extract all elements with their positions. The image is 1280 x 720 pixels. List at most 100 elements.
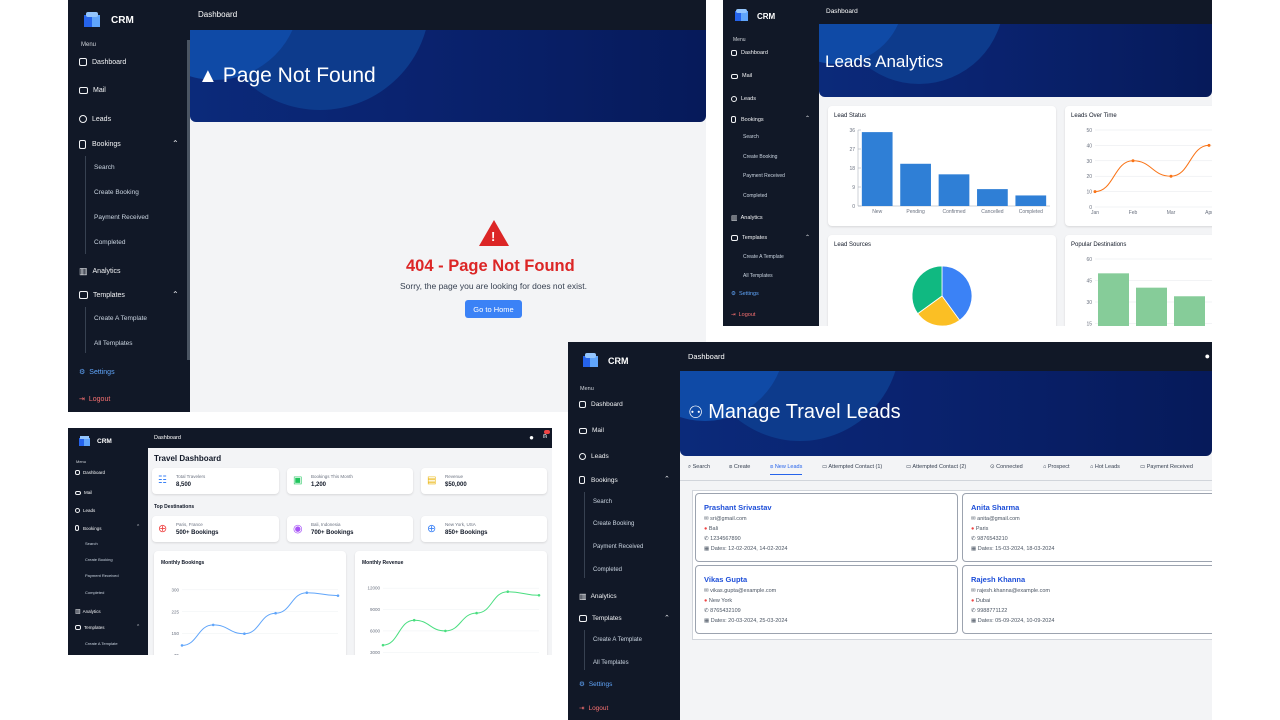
nav-label: Leads: [741, 96, 756, 102]
tab-hot-leads[interactable]: ⌂ Hot Leads: [1090, 464, 1120, 470]
nav-dashboard[interactable]: Dashboard: [579, 401, 623, 408]
nav-label: Bookings: [83, 525, 102, 531]
nav-sub-search[interactable]: Search: [593, 499, 612, 505]
lead-name[interactable]: Vikas Gupta: [704, 575, 747, 584]
nav-sub-create-booking[interactable]: Create Booking: [593, 521, 634, 527]
x-tick-label: Apr: [1205, 210, 1212, 216]
tab-create[interactable]: ⍝ Create: [729, 464, 750, 471]
hero-title-text: Page Not Found: [222, 64, 376, 87]
monthly-revenue-chart: 3000 6000 9000 12000: [367, 586, 541, 655]
nav-mail[interactable]: Mail: [579, 427, 604, 434]
nav-sub-search[interactable]: Search: [85, 541, 98, 546]
tab-search[interactable]: ⌕ Search: [688, 464, 710, 471]
nav-sub-create-template[interactable]: Create A Template: [593, 637, 642, 643]
panel-manage-leads: CRM Menu Dashboard Mail Leads Bookings ⌃…: [568, 342, 1212, 720]
menu-label: Menu: [580, 386, 594, 392]
nav-sub-all-templates[interactable]: All Templates: [593, 660, 629, 666]
github-icon[interactable]: ●: [1205, 351, 1210, 361]
chevron-up-icon[interactable]: ⌃: [172, 290, 179, 299]
chevron-up-icon[interactable]: ⌃: [136, 624, 140, 630]
nav-logout[interactable]: ⇥ Logout: [579, 704, 608, 713]
nav-sub-completed[interactable]: Completed: [593, 567, 622, 573]
nav-templates[interactable]: Templates: [75, 625, 105, 630]
chevron-up-icon[interactable]: ⌃: [805, 115, 810, 122]
lead-card[interactable]: Anita Sharma ✉ anita@gmail.com ● Paris ✆…: [962, 493, 1212, 562]
lead-place: ● New York: [704, 598, 733, 604]
chevron-up-icon[interactable]: ⌃: [664, 614, 670, 622]
tab-prospect[interactable]: ⌂ Prospect: [1043, 464, 1070, 470]
users-icon: [75, 508, 80, 513]
lead-card[interactable]: Rajesh Khanna ✉ rajesh.khanna@example.co…: [962, 565, 1212, 634]
lead-name[interactable]: Anita Sharma: [971, 503, 1019, 512]
chevron-up-icon[interactable]: ⌃: [664, 475, 670, 483]
nav-sub-search[interactable]: Search: [94, 164, 115, 171]
nav-analytics[interactable]: ▥ Analytics: [79, 266, 121, 277]
nav-sub-search[interactable]: Search: [743, 134, 759, 140]
clipboard-icon: [75, 525, 79, 531]
lead-card[interactable]: Prashant Srivastav ✉ sri@gmail.com ● Bal…: [695, 493, 958, 562]
chevron-up-icon[interactable]: ⌃: [805, 234, 810, 241]
nav-dashboard[interactable]: Dashboard: [731, 50, 768, 56]
nav-logout[interactable]: ⇥ Logout: [79, 395, 110, 404]
lead-name[interactable]: Rajesh Khanna: [971, 575, 1025, 584]
nav-bookings[interactable]: Bookings: [75, 525, 102, 531]
tab-payment-received[interactable]: ▭ Payment Received: [1140, 464, 1193, 470]
nav-sub-create-booking[interactable]: Create Booking: [94, 189, 139, 196]
nav-mail[interactable]: Mail: [75, 490, 92, 495]
chevron-up-icon[interactable]: ⌃: [136, 524, 140, 530]
nav-sub-all-templates[interactable]: All Templates: [743, 273, 773, 279]
nav-templates[interactable]: Templates: [79, 291, 125, 299]
nav-dashboard[interactable]: Dashboard: [75, 470, 105, 475]
nav-leads[interactable]: Leads: [579, 453, 609, 460]
go-home-button[interactable]: Go to Home: [465, 300, 522, 318]
lead-name[interactable]: Prashant Srivastav: [704, 503, 772, 512]
nav-analytics[interactable]: ▥ Analytics: [579, 592, 617, 601]
nav-leads[interactable]: Leads: [731, 96, 756, 102]
destination-card: ⊕ Paris, France 500+ Bookings: [152, 516, 279, 542]
nav-label: Bookings: [741, 116, 764, 123]
nav-settings[interactable]: ⚙ Settings: [579, 680, 612, 689]
nav-sub-create-template[interactable]: Create A Template: [94, 315, 147, 322]
tab-new-leads[interactable]: ⍝ New Leads: [770, 464, 803, 475]
nav-mail[interactable]: Mail: [731, 73, 752, 79]
nav-sub-payment-received[interactable]: Payment Received: [94, 214, 149, 221]
nav-templates[interactable]: Templates: [579, 615, 622, 622]
nav-sub-create-booking[interactable]: Create Booking: [85, 557, 113, 562]
nav-mail[interactable]: Mail: [79, 87, 106, 94]
y-tick-label: 45: [1086, 279, 1092, 285]
nav-sub-payment-received[interactable]: Payment Received: [85, 573, 119, 578]
nav-sub-payment-received[interactable]: Payment Received: [743, 173, 785, 179]
nav-sub-create-booking[interactable]: Create Booking: [743, 154, 777, 160]
tab-connected[interactable]: ⊙ Connected: [990, 464, 1023, 470]
nav-analytics[interactable]: ▥ Analytics: [75, 608, 101, 615]
nav-sub-create-template[interactable]: Create A Template: [743, 254, 784, 260]
nav-templates[interactable]: Templates: [731, 235, 767, 241]
nav-leads[interactable]: Leads: [75, 508, 95, 513]
nav-sub-all-templates[interactable]: All Templates: [94, 340, 133, 347]
tab-attempted-contact-1[interactable]: ▭ Attempted Contact (1): [822, 464, 882, 470]
hero-banner: ⚇ Manage Travel Leads: [680, 371, 1212, 456]
lead-card[interactable]: Vikas Gupta ✉ vikas.gupta@example.com ● …: [695, 565, 958, 634]
nav-sub-create-template[interactable]: Create A Template: [85, 641, 118, 646]
y-tick-label: 6000: [370, 628, 381, 633]
destination-card: ⊕ New York, USA 850+ Bookings: [421, 516, 547, 542]
user-icon[interactable]: ⍝: [543, 433, 547, 441]
nav-sub-completed[interactable]: Completed: [94, 239, 125, 246]
nav-dashboard[interactable]: Dashboard: [79, 58, 126, 66]
tab-attempted-contact-2[interactable]: ▭ Attempted Contact (2): [906, 464, 966, 470]
chevron-up-icon[interactable]: ⌃: [172, 139, 179, 148]
nav-bookings[interactable]: Bookings: [579, 476, 618, 484]
nav-settings[interactable]: ⚙ Settings: [79, 368, 115, 377]
nav-analytics[interactable]: ▥ Analytics: [731, 214, 763, 222]
nav-sub-payment-received[interactable]: Payment Received: [593, 544, 643, 550]
data-point: [1207, 143, 1211, 147]
nav-settings[interactable]: ⚙ Settings: [731, 291, 759, 297]
nav-logout[interactable]: ⇥ Logout: [731, 312, 755, 318]
nav-bookings[interactable]: Bookings: [731, 116, 764, 123]
nav-sub-completed[interactable]: Completed: [85, 590, 104, 595]
nav-bookings[interactable]: Bookings: [79, 140, 121, 149]
users-icon: ⚇: [688, 402, 704, 422]
github-icon[interactable]: ●: [529, 433, 534, 442]
nav-leads[interactable]: Leads: [79, 115, 111, 123]
nav-sub-completed[interactable]: Completed: [743, 193, 767, 199]
